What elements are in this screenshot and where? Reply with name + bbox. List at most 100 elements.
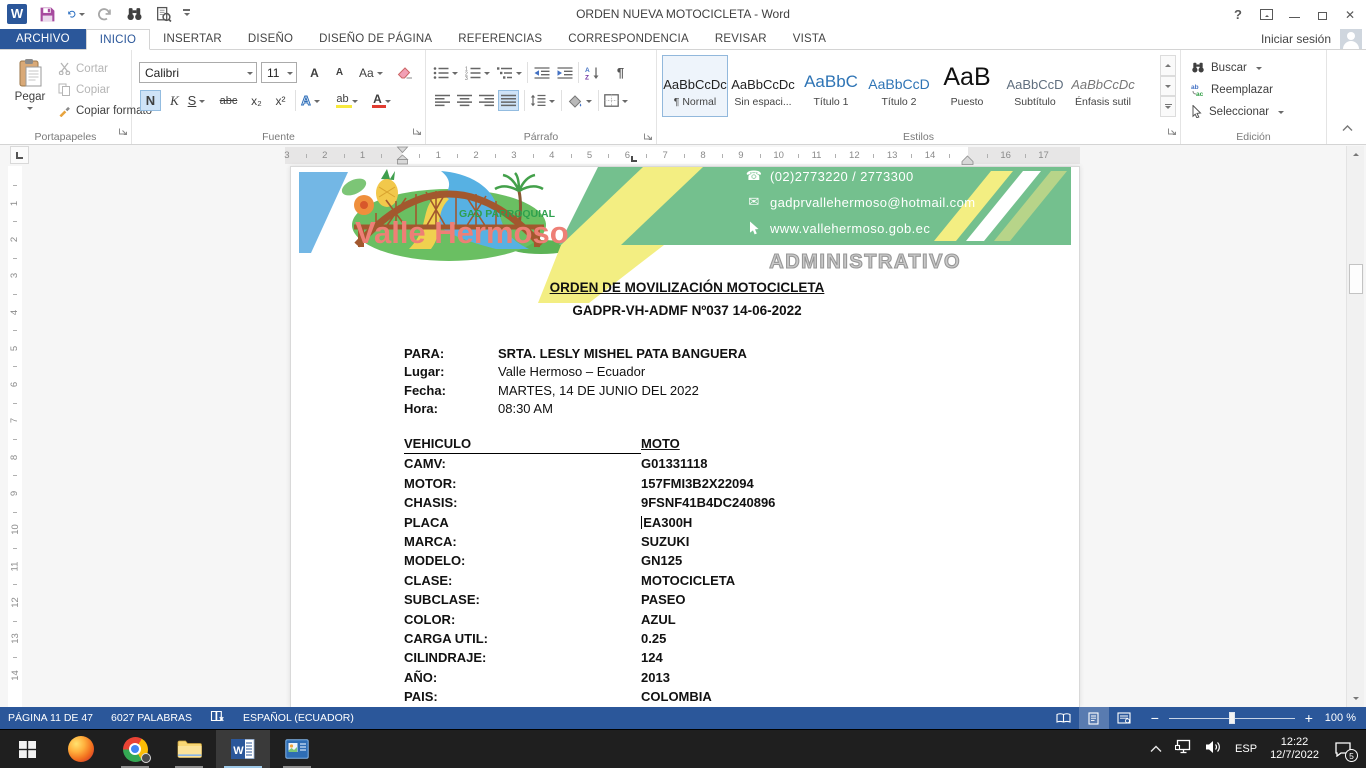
shrink-font-button[interactable]: A	[329, 62, 350, 83]
decrease-indent-button[interactable]	[531, 62, 552, 83]
read-mode-button[interactable]	[1049, 707, 1079, 729]
vertical-scrollbar[interactable]	[1346, 146, 1364, 707]
replace-button[interactable]: abac Reemplazar	[1191, 80, 1273, 99]
sign-in[interactable]: Iniciar sesión	[1261, 29, 1366, 49]
ribbon-tab[interactable]: DISEÑO DE PÁGINA	[306, 29, 445, 49]
web-layout-button[interactable]	[1109, 707, 1139, 729]
subscript-button[interactable]: x₂	[246, 90, 267, 111]
style-card[interactable]: AaBbCcDc Énfasis sutil	[1070, 55, 1136, 117]
language-indicator[interactable]: ESPAÑOL (ECUADOR)	[243, 712, 354, 724]
redo-button[interactable]	[96, 5, 114, 23]
change-case-button[interactable]: Aa	[358, 62, 384, 83]
zoom-slider-thumb[interactable]	[1229, 712, 1235, 724]
tray-expand-button[interactable]	[1150, 740, 1162, 758]
style-card[interactable]: AaBbCcDc ¶ Normal	[662, 55, 728, 117]
ribbon-tab[interactable]: CORRESPONDENCIA	[555, 29, 702, 49]
style-card[interactable]: AaBbCcD Título 2	[866, 55, 932, 117]
volume-status[interactable]	[1205, 740, 1222, 759]
style-card[interactable]: AaBbCcDc Sin espaci...	[730, 55, 796, 117]
taskbar-firefox[interactable]	[54, 730, 108, 768]
undo-dropdown[interactable]	[79, 13, 85, 19]
bullets-button[interactable]	[432, 62, 459, 83]
text-effects-button[interactable]: A	[300, 90, 321, 111]
font-size-select[interactable]: 11	[261, 62, 297, 83]
customize-qat-button[interactable]	[183, 9, 190, 18]
bold-button[interactable]: N	[140, 90, 161, 111]
scrollbar-thumb[interactable]	[1349, 264, 1363, 294]
show-hide-marks-button[interactable]	[610, 62, 631, 83]
ribbon-tab[interactable]: REVISAR	[702, 29, 780, 49]
highlight-color-button[interactable]: ab	[332, 90, 362, 111]
font-name-select[interactable]: Calibri	[139, 62, 257, 83]
start-button[interactable]	[0, 730, 54, 768]
numbering-button[interactable]: 123	[464, 62, 491, 83]
ribbon-tab[interactable]: VISTA	[780, 29, 839, 49]
select-button[interactable]: Seleccionar	[1191, 102, 1284, 121]
paste-button[interactable]: Pegar	[7, 57, 53, 137]
scroll-down-button[interactable]	[1347, 690, 1365, 707]
undo-button[interactable]	[67, 5, 85, 23]
find-button-qat[interactable]	[125, 5, 143, 23]
align-right-button[interactable]	[476, 90, 497, 111]
input-language[interactable]: ESP	[1235, 743, 1257, 755]
grow-font-button[interactable]: A	[304, 62, 325, 83]
borders-button[interactable]	[603, 90, 629, 111]
italic-button[interactable]: K	[164, 90, 185, 111]
ribbon-tab[interactable]: INICIO	[86, 29, 150, 50]
style-card[interactable]: AaB Puesto	[934, 55, 1000, 117]
page-indicator[interactable]: PÁGINA 11 DE 47	[8, 712, 93, 724]
tab-stop-marker[interactable]	[631, 156, 637, 162]
close-button[interactable]	[1336, 0, 1364, 29]
superscript-button[interactable]: x²	[270, 90, 291, 111]
styles-dialog-launcher[interactable]	[1167, 123, 1177, 141]
strikethrough-button[interactable]: abc	[218, 90, 239, 111]
clock[interactable]: 12:22 12/7/2022	[1270, 736, 1319, 763]
ribbon-display-options-button[interactable]	[1252, 0, 1280, 29]
tab-selector[interactable]	[10, 146, 29, 164]
taskbar-word[interactable]: W	[216, 730, 270, 768]
ribbon-tab[interactable]: DISEÑO	[235, 29, 306, 49]
zoom-level[interactable]: 100 %	[1325, 712, 1366, 724]
font-dialog-launcher[interactable]	[412, 123, 422, 141]
collapse-ribbon-button[interactable]	[1342, 119, 1353, 137]
paragraph-dialog-launcher[interactable]	[643, 131, 653, 141]
align-left-button[interactable]	[432, 90, 453, 111]
help-button[interactable]	[1224, 0, 1252, 29]
taskbar-file-explorer[interactable]	[162, 730, 216, 768]
document-page[interactable]: Valle Hermoso GAD PARROQUIAL ☎ (02)27732…	[290, 166, 1080, 707]
clipboard-dialog-launcher[interactable]	[118, 123, 128, 141]
ribbon-tab[interactable]: ARCHIVO	[0, 29, 86, 49]
clear-formatting-button[interactable]	[394, 62, 415, 83]
action-center-button[interactable]: 5	[1332, 738, 1354, 760]
proofing-status[interactable]	[210, 710, 225, 726]
scroll-up-button[interactable]	[1347, 146, 1365, 163]
style-card[interactable]: AaBbCcD Subtítulo	[1002, 55, 1068, 117]
shading-button[interactable]	[566, 90, 593, 111]
ribbon-tab[interactable]: INSERTAR	[150, 29, 235, 49]
zoom-in-button[interactable]: +	[1303, 710, 1315, 726]
print-preview-button[interactable]	[154, 5, 172, 23]
style-card[interactable]: AaBbC Título 1	[798, 55, 864, 117]
line-spacing-button[interactable]	[529, 90, 556, 111]
align-center-button[interactable]	[454, 90, 475, 111]
restore-button[interactable]	[1308, 0, 1336, 29]
cut-button[interactable]: Cortar	[58, 59, 108, 78]
save-button[interactable]	[38, 5, 56, 23]
zoom-slider[interactable]	[1169, 707, 1295, 729]
ribbon-tab[interactable]: REFERENCIAS	[445, 29, 555, 49]
styles-scroll-down[interactable]	[1160, 76, 1176, 97]
word-count[interactable]: 6027 PALABRAS	[111, 712, 192, 724]
justify-button[interactable]	[498, 90, 519, 111]
underline-button[interactable]: S	[186, 90, 207, 111]
styles-more-button[interactable]	[1160, 96, 1176, 117]
styles-scroll-up[interactable]	[1160, 55, 1176, 76]
sort-button[interactable]: AZ	[582, 62, 603, 83]
font-color-button[interactable]: A	[368, 90, 396, 111]
multilevel-list-button[interactable]	[496, 62, 523, 83]
network-status[interactable]	[1175, 739, 1192, 759]
find-button[interactable]: Buscar	[1191, 58, 1262, 77]
taskbar-chrome[interactable]	[108, 730, 162, 768]
minimize-button[interactable]	[1280, 0, 1308, 29]
taskbar-app-window[interactable]	[270, 730, 324, 768]
increase-indent-button[interactable]	[554, 62, 575, 83]
